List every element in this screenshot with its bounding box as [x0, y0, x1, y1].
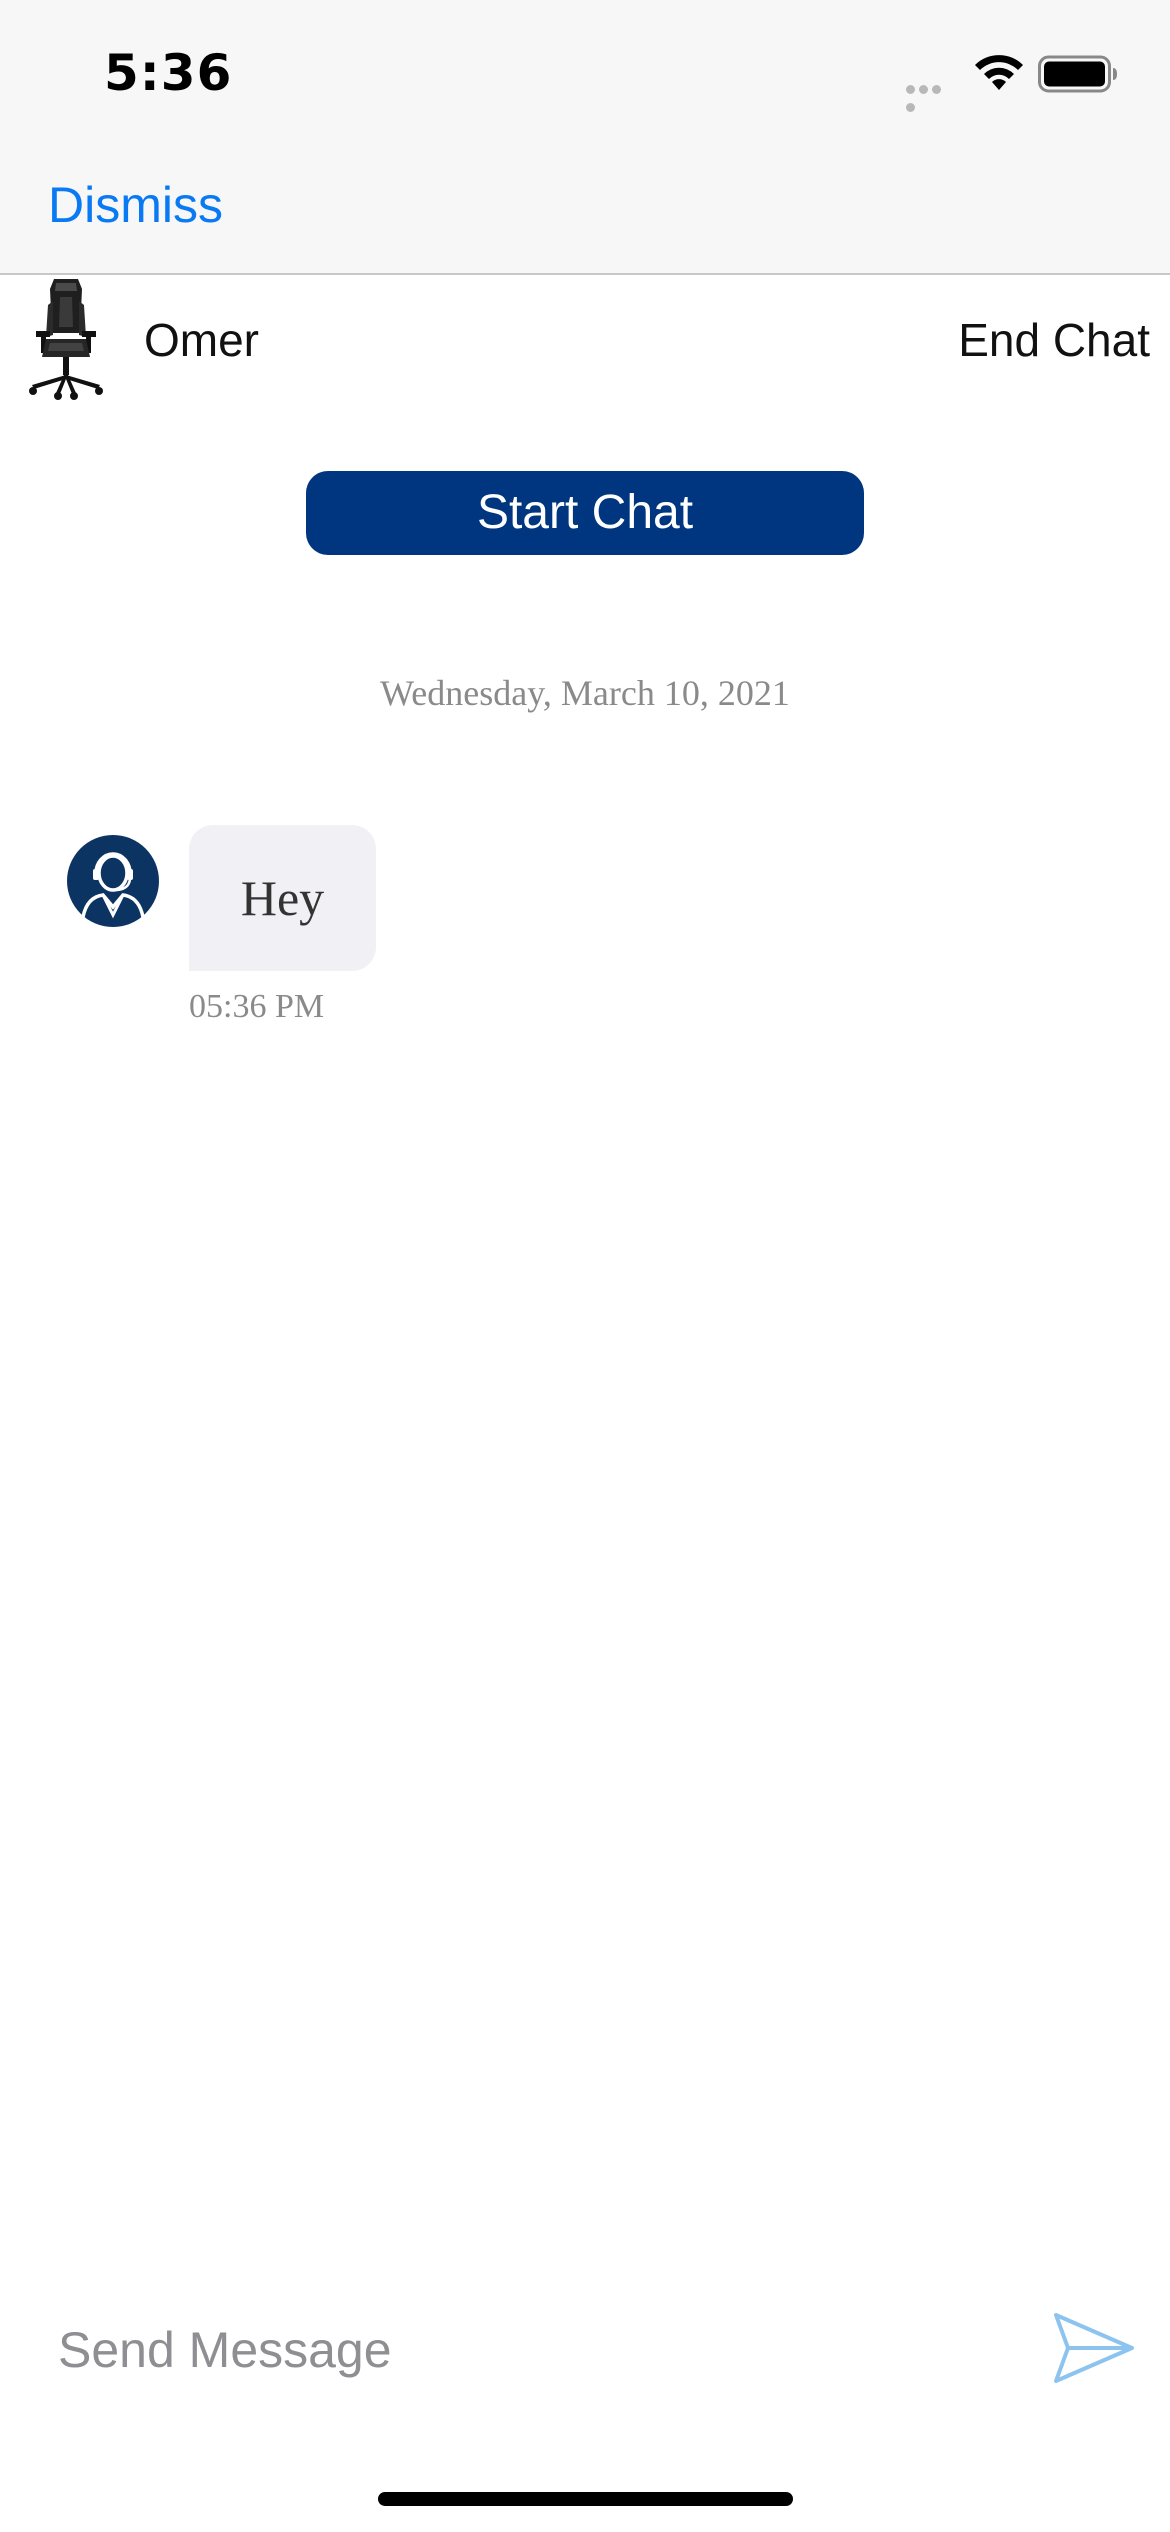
status-time: 5:36: [104, 44, 233, 102]
conversation-date: Wednesday, March 10, 2021: [380, 673, 790, 713]
agent-name: Omer: [144, 314, 259, 366]
navigation-bar: Dismiss: [0, 140, 1170, 275]
message-composer: [0, 2295, 1170, 2405]
chat-header: Omer End Chat: [0, 275, 1170, 405]
message-bubble: Hey: [189, 825, 376, 971]
battery-icon: [1038, 55, 1117, 93]
wifi-icon: [975, 55, 1023, 90]
gaming-chair-icon: [29, 279, 103, 400]
start-chat-button[interactable]: Start Chat: [306, 471, 864, 555]
signal-dots-icon: [906, 81, 956, 112]
end-chat-button[interactable]: End Chat: [958, 313, 1150, 367]
message-text: Hey: [240, 870, 325, 926]
send-arrow-icon[interactable]: [1052, 2311, 1136, 2385]
message-input[interactable]: [58, 2313, 1018, 2387]
status-bar: 5:36: [0, 0, 1170, 140]
home-indicator: [378, 2492, 793, 2506]
dismiss-button[interactable]: Dismiss: [48, 176, 223, 234]
support-agent-avatar-icon: [67, 835, 159, 927]
message-timestamp: 05:36 PM: [189, 988, 325, 1025]
